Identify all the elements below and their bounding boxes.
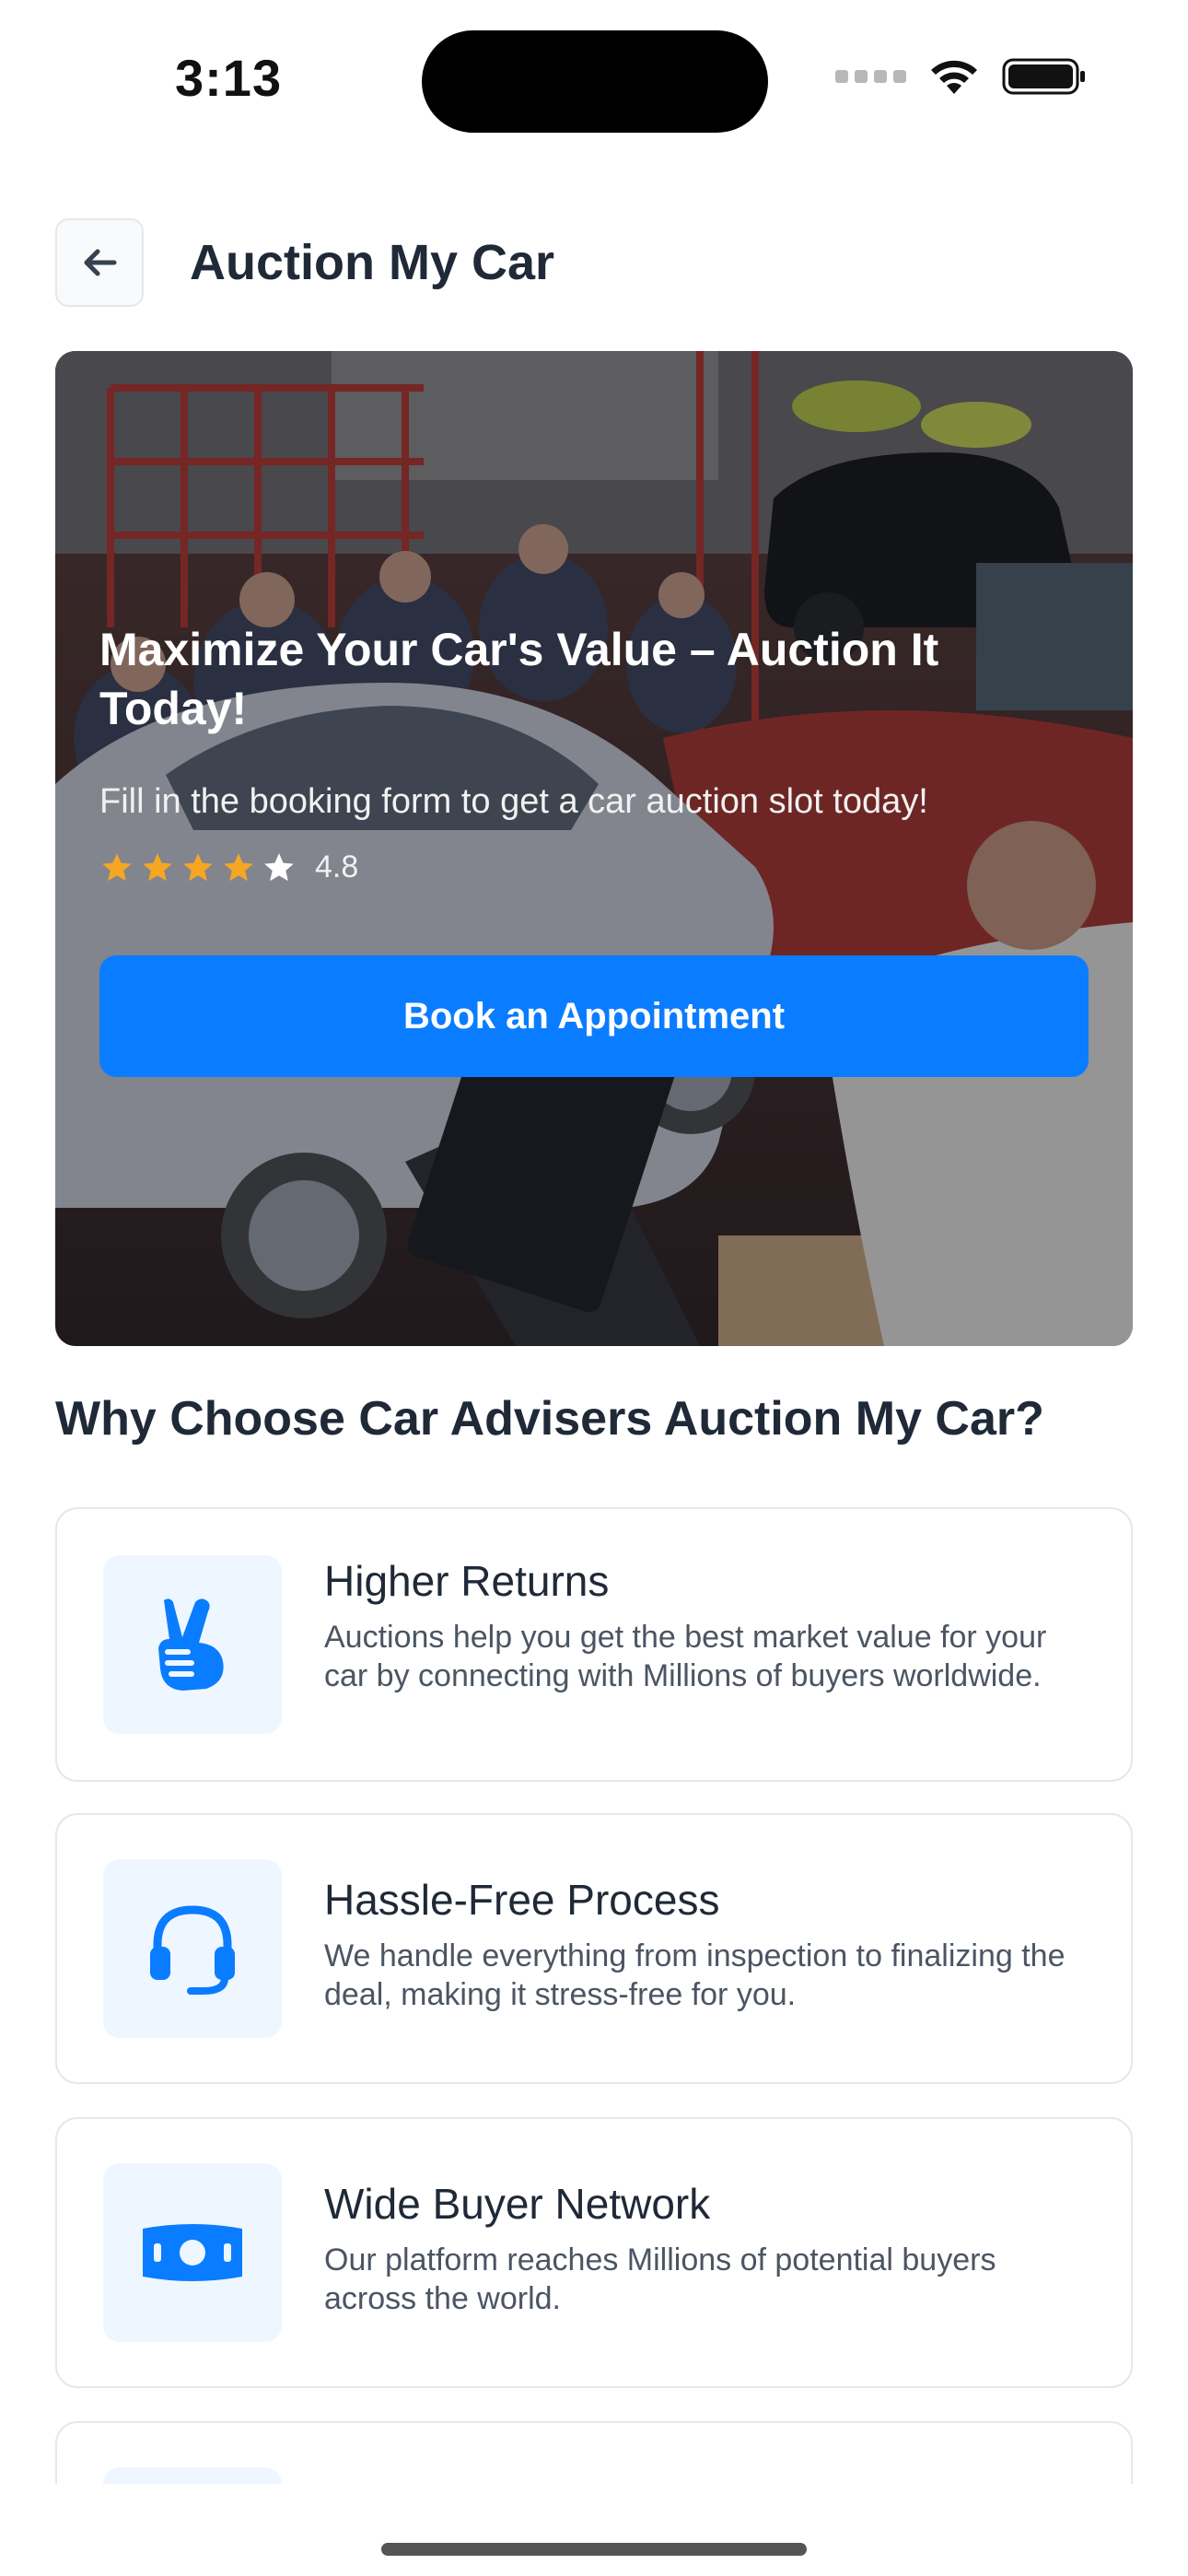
star-filled-icon <box>183 852 213 881</box>
feature-text: Hassle-Free Process We handle everything… <box>324 1874 1076 2014</box>
star-filled-icon <box>143 852 172 881</box>
star-filled-icon <box>102 852 132 881</box>
rating: 4.8 <box>99 849 1089 885</box>
cellular-signal-icon <box>835 70 906 83</box>
feature-card: Wide Buyer Network Our platform reaches … <box>55 2117 1133 2388</box>
status-bar: 3:13 <box>0 0 1188 157</box>
feature-icon-box <box>103 1859 282 2038</box>
feature-title: Hassle-Free Process <box>324 1876 720 1924</box>
money-bill-icon <box>143 2224 242 2281</box>
feature-description: Our platform reaches Millions of potenti… <box>324 2242 996 2316</box>
book-appointment-button[interactable]: Book an Appointment <box>99 955 1089 1077</box>
hero-subtitle: Fill in the booking form to get a car au… <box>99 782 928 821</box>
wifi-icon <box>931 60 977 94</box>
feature-card: Hassle-Free Process We handle everything… <box>55 1813 1133 2084</box>
header: Auction My Car <box>55 217 1133 308</box>
status-icons <box>835 57 1087 96</box>
battery-icon <box>1002 58 1085 95</box>
dynamic-island <box>422 30 768 133</box>
star-filled-icon <box>224 852 253 881</box>
headset-icon <box>150 1905 235 1995</box>
feature-description: We handle everything from inspection to … <box>324 1938 1066 2012</box>
feature-text: Wide Buyer Network Our platform reaches … <box>324 2178 1076 2318</box>
status-time: 3:13 <box>175 49 283 107</box>
feature-title: Wide Buyer Network <box>324 2180 711 2228</box>
hero-banner: Maximize Your Car's Value – Auction It T… <box>55 351 1133 1346</box>
feature-description: Auctions help you get the best market va… <box>324 1620 1047 1693</box>
hero-title: Maximize Your Car's Value – Auction It T… <box>99 624 939 734</box>
feature-icon-box <box>103 2163 282 2342</box>
home-indicator[interactable] <box>381 2543 807 2556</box>
star-empty-icon <box>264 852 294 881</box>
hero-content: Maximize Your Car's Value – Auction It T… <box>99 620 1089 885</box>
back-button[interactable] <box>55 218 144 307</box>
bottom-safe-area <box>0 2484 1188 2576</box>
feature-card: Higher Returns Auctions help you get the… <box>55 1507 1133 1782</box>
victory-hand-icon <box>158 1598 224 1691</box>
feature-icon-box <box>103 1555 282 1734</box>
section-title: Why Choose Car Advisers Auction My Car? <box>55 1392 1044 1446</box>
arrow-left-icon <box>84 249 117 276</box>
rating-value: 4.8 <box>315 849 359 884</box>
page-title: Auction My Car <box>190 235 555 290</box>
feature-text: Higher Returns Auctions help you get the… <box>324 1555 1076 1695</box>
feature-title: Higher Returns <box>324 1557 610 1605</box>
